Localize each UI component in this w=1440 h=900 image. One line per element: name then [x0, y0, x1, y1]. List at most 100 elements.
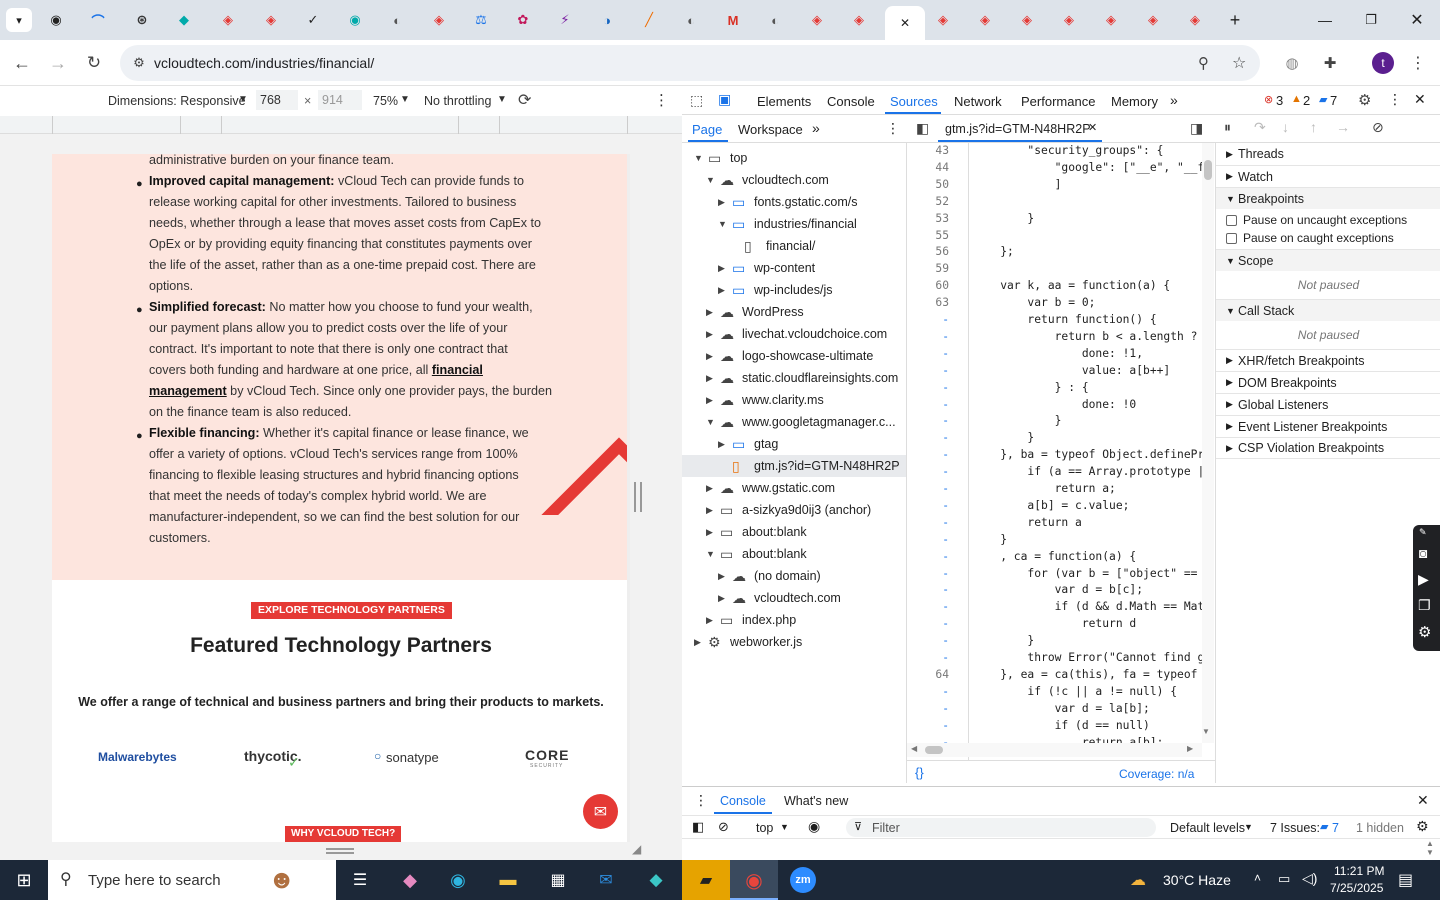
tab-close-icon[interactable]: ✕: [900, 16, 910, 30]
code-scroll-h-thumb[interactable]: [925, 746, 943, 754]
issues-label[interactable]: 7 Issues:: [1270, 821, 1320, 835]
line-number[interactable]: -: [907, 381, 949, 394]
tree-item[interactable]: ▯ financial/: [682, 235, 906, 257]
tab-favicon-20[interactable]: ◈: [845, 8, 873, 32]
code-scroll-thumb[interactable]: [1204, 160, 1212, 180]
more-nav-icon[interactable]: »: [812, 120, 820, 136]
tab-favicon-6[interactable]: ◈: [257, 8, 285, 32]
pause-caught-row[interactable]: Pause on caught exceptions: [1216, 227, 1440, 249]
tab-favicon-23[interactable]: ◈: [1013, 8, 1041, 32]
tab-elements[interactable]: Elements: [757, 94, 811, 109]
line-number[interactable]: -: [907, 651, 949, 664]
line-number[interactable]: -: [907, 617, 949, 630]
line-number[interactable]: 44: [907, 161, 949, 174]
tree-collapsed-icon[interactable]: ▶: [718, 197, 732, 208]
toggle-debugger-icon[interactable]: ◨: [1190, 120, 1203, 137]
dimensions-dropdown[interactable]: Dimensions: Responsive: [108, 94, 246, 108]
tab-favicon-24[interactable]: ◈: [1055, 8, 1083, 32]
tree-collapsed-icon[interactable]: ▶: [706, 527, 720, 538]
line-number[interactable]: 43: [907, 144, 949, 157]
volume-icon[interactable]: ◁): [1302, 870, 1317, 887]
tree-collapsed-icon[interactable]: ▶: [706, 329, 720, 340]
tree-item[interactable]: ▼ ☁ www.googletagmanager.c...: [682, 411, 906, 433]
line-number[interactable]: 53: [907, 212, 949, 225]
nav-tab-page[interactable]: Page: [692, 122, 722, 137]
resize-corner-icon[interactable]: ◢: [632, 842, 641, 856]
console-scroll-icon[interactable]: ▲ ▼: [1426, 839, 1434, 857]
device-toggle-icon[interactable]: ▣: [718, 91, 731, 108]
scope-section[interactable]: ▼ Scope: [1216, 249, 1440, 271]
throttling-dropdown[interactable]: No throttling: [424, 94, 491, 108]
tab-favicon-21[interactable]: ◈: [929, 8, 957, 32]
browser-menu-icon[interactable]: ⋮: [1408, 52, 1428, 74]
step-over-icon[interactable]: ↷: [1254, 119, 1266, 136]
rotate-icon[interactable]: ⟳: [518, 90, 531, 110]
message-icon[interactable]: ▰: [1319, 93, 1327, 106]
tree-item[interactable]: ▶ ▭ wp-content: [682, 257, 906, 279]
checkbox[interactable]: [1226, 232, 1237, 244]
sonatype-logo[interactable]: sonatype: [386, 750, 439, 765]
forward-icon[interactable]: →: [46, 51, 70, 75]
tree-collapsed-icon[interactable]: ▶: [718, 439, 732, 450]
line-number[interactable]: -: [907, 330, 949, 343]
more-tabs-icon[interactable]: »: [1170, 92, 1178, 108]
tab-search-button[interactable]: ▾: [6, 8, 32, 32]
line-number[interactable]: 50: [907, 178, 949, 191]
video-icon[interactable]: ▶: [1418, 571, 1429, 588]
clock-date[interactable]: 7/25/2025: [1330, 881, 1383, 895]
chrome-app[interactable]: ◉: [730, 860, 778, 900]
tree-collapsed-icon[interactable]: ▶: [706, 373, 720, 384]
tree-collapsed-icon[interactable]: ▶: [718, 263, 732, 274]
device-more-icon[interactable]: ⋮: [654, 91, 669, 109]
dom-breakpoints-section[interactable]: ▶ DOM Breakpoints: [1216, 371, 1440, 393]
issues-count[interactable]: 7: [1332, 821, 1339, 835]
line-number[interactable]: -: [907, 719, 949, 732]
csp-violation-section[interactable]: ▶ CSP Violation Breakpoints: [1216, 437, 1440, 459]
tree-collapsed-icon[interactable]: ▶: [706, 615, 720, 626]
warning-count[interactable]: 2: [1303, 93, 1310, 108]
zoom-icon[interactable]: ⚲: [1198, 54, 1209, 72]
error-icon[interactable]: ⊗: [1264, 93, 1273, 106]
line-number[interactable]: -: [907, 634, 949, 647]
tree-item[interactable]: ▼ ☁ vcloudtech.com: [682, 169, 906, 191]
tree-expanded-icon[interactable]: ▼: [706, 549, 720, 559]
tree-item[interactable]: ▶ ▭ wp-includes/js: [682, 279, 906, 301]
bookmark-star-icon[interactable]: ☆: [1232, 53, 1246, 73]
tab-favicon-4[interactable]: ◆: [170, 8, 198, 32]
zoom-app-icon[interactable]: zm: [790, 867, 816, 893]
tab-favicon-27[interactable]: ◈: [1181, 8, 1209, 32]
clear-console-icon[interactable]: ⊘: [718, 819, 729, 835]
context-selector[interactable]: top: [756, 821, 773, 835]
tree-item[interactable]: ▶ ☁ www.gstatic.com: [682, 477, 906, 499]
tree-collapsed-icon[interactable]: ▶: [718, 571, 732, 582]
tray-chevron-up-icon[interactable]: ˄: [1254, 871, 1261, 885]
line-number[interactable]: -: [907, 364, 949, 377]
start-windows-icon[interactable]: ⊞: [0, 860, 48, 900]
minimize-icon[interactable]: —: [1312, 8, 1338, 32]
code-scrollbar-v[interactable]: [1202, 143, 1214, 743]
event-listener-section[interactable]: ▶ Event Listener Breakpoints: [1216, 415, 1440, 437]
media-query-ruler[interactable]: [0, 116, 682, 134]
new-tab-icon[interactable]: +: [1221, 8, 1249, 32]
tree-item[interactable]: ▶ ▭ gtag: [682, 433, 906, 455]
nav-more-icon[interactable]: ⋮: [886, 120, 900, 137]
tab-favicon-2[interactable]: ⌒: [84, 8, 112, 32]
tree-collapsed-icon[interactable]: ▶: [706, 483, 720, 494]
tab-favicon-22[interactable]: ◈: [971, 8, 999, 32]
code-editor[interactable]: 43 "security_groups": {44 "google": ["__…: [907, 143, 1215, 763]
code-scrollbar-h[interactable]: [907, 743, 1202, 757]
tree-expanded-icon[interactable]: ▼: [694, 153, 708, 163]
taskbar-search-box[interactable]: ⚲ Type here to search ☻: [48, 860, 336, 900]
watch-section[interactable]: ▶ Watch: [1216, 165, 1440, 187]
window-icon[interactable]: ❐: [1418, 597, 1431, 614]
copilot-icon[interactable]: ◆: [398, 868, 422, 892]
line-number[interactable]: -: [907, 431, 949, 444]
tree-item[interactable]: ▶ ☁ logo-showcase-ultimate: [682, 345, 906, 367]
tree-item[interactable]: ▶ ☁ www.clarity.ms: [682, 389, 906, 411]
tree-item[interactable]: ▼ ▭ top: [682, 147, 906, 169]
drawer-tab-whats-new[interactable]: What's new: [784, 794, 848, 808]
tree-expanded-icon[interactable]: ▼: [706, 175, 720, 185]
app-icon-kite[interactable]: ◆: [644, 868, 668, 892]
site-info-icon[interactable]: ⚙: [124, 55, 154, 71]
tab-favicon-5[interactable]: ◈: [214, 8, 242, 32]
